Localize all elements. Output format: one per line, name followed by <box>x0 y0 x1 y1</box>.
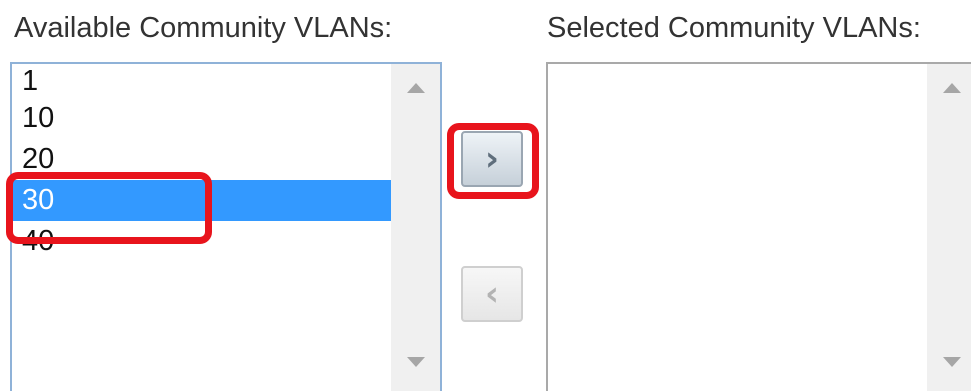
triangle-down-icon <box>943 357 961 367</box>
list-item-vlan-10[interactable]: 10 <box>12 98 392 139</box>
list-item-vlan-1[interactable]: 1 <box>12 64 392 98</box>
chevron-left-icon: ‹ <box>484 274 499 314</box>
remove-from-selected-button[interactable]: ‹ <box>461 266 523 322</box>
available-vlans-items: 1 10 20 30 40 <box>12 64 392 391</box>
triangle-up-icon <box>407 83 425 93</box>
scroll-up-arrow[interactable] <box>928 70 971 106</box>
list-item-vlan-20[interactable]: 20 <box>12 139 392 180</box>
scroll-down-arrow[interactable] <box>392 344 440 380</box>
selected-vlans-items <box>548 64 928 391</box>
chevron-right-icon: › <box>484 139 499 179</box>
triangle-up-icon <box>943 83 961 93</box>
scroll-up-arrow[interactable] <box>392 70 440 106</box>
scroll-down-arrow[interactable] <box>928 344 971 380</box>
selected-vlans-listbox[interactable] <box>546 62 971 391</box>
available-vlans-listbox[interactable]: 1 10 20 30 40 <box>10 62 442 391</box>
add-to-selected-button[interactable]: › <box>461 131 523 187</box>
available-scrollbar[interactable] <box>391 64 440 391</box>
vlan-selector: Available Community VLANs: Selected Comm… <box>0 0 971 391</box>
selected-scrollbar[interactable] <box>927 64 971 391</box>
triangle-down-icon <box>407 357 425 367</box>
list-item-vlan-30[interactable]: 30 <box>12 180 392 221</box>
selected-vlans-label: Selected Community VLANs: <box>547 12 921 44</box>
list-item-vlan-40[interactable]: 40 <box>12 221 392 262</box>
available-vlans-label: Available Community VLANs: <box>14 12 393 44</box>
